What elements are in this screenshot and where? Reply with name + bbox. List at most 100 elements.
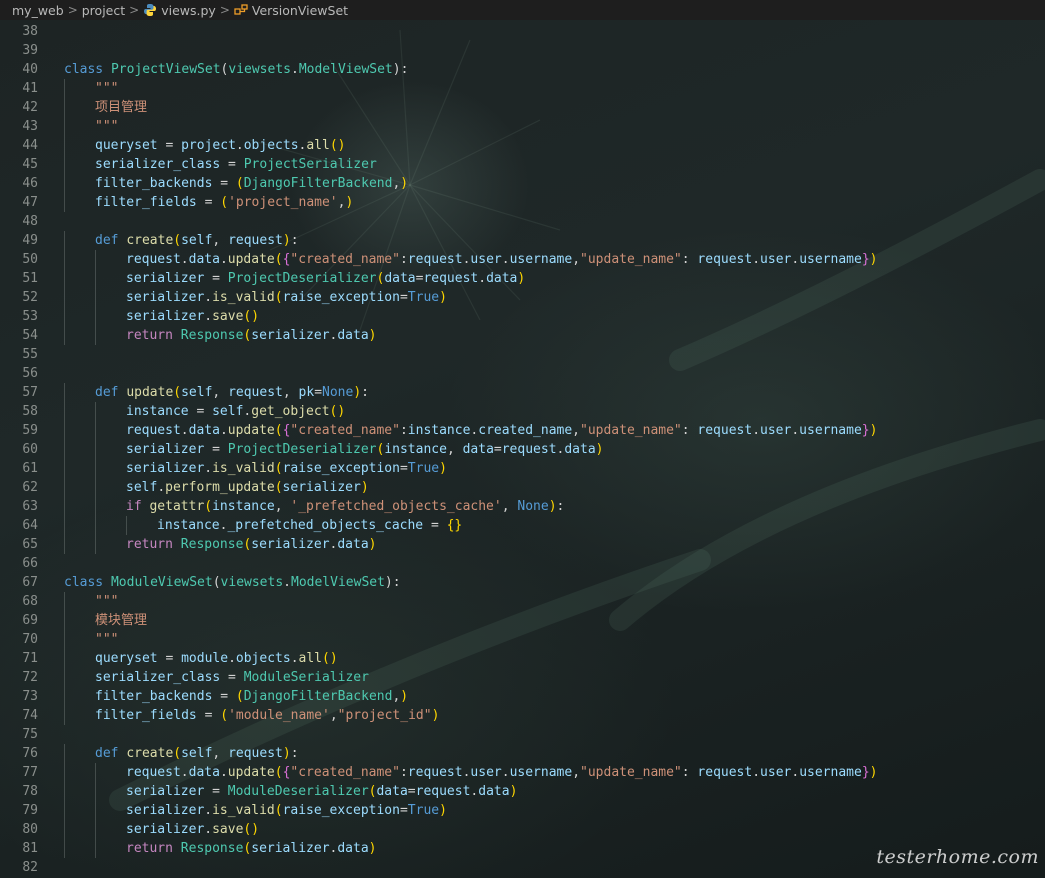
code-line[interactable]: 55 — [0, 345, 1045, 364]
code-token: project — [181, 138, 236, 153]
code-line[interactable]: 54 return Response(serializer.data) — [0, 326, 1045, 345]
code-line[interactable]: 65 return Response(serializer.data) — [0, 535, 1045, 554]
code-line[interactable]: 67 class ModuleViewSet(viewsets.ModelView… — [0, 573, 1045, 592]
breadcrumb-folder-project[interactable]: project — [82, 3, 125, 18]
code-line[interactable]: 72 serializer_class = ModuleSerializer — [0, 668, 1045, 687]
code-line[interactable]: 57 def update(self, request, pk=None): — [0, 383, 1045, 402]
code-token: module — [181, 651, 229, 666]
code-line[interactable]: 52 serializer.is_valid(raise_exception=Tr… — [0, 288, 1045, 307]
code-token: {} — [446, 518, 463, 533]
code-line[interactable]: 43 """ — [0, 117, 1045, 136]
code-token: getattr — [149, 499, 205, 514]
code-line[interactable]: 50 request.data.update({"created_name":re… — [0, 250, 1045, 269]
watermark: testerhome.com — [876, 846, 1039, 868]
breadcrumb-file-views-py[interactable]: views.py — [161, 3, 216, 18]
code-text: def create(self, request): — [95, 231, 299, 250]
indent-guide — [95, 763, 96, 782]
code-line[interactable]: 49 def create(self, request): — [0, 231, 1045, 250]
code-line[interactable]: 61 serializer.is_valid(raise_exception=Tr… — [0, 459, 1045, 478]
breadcrumb-symbol-versionviewset[interactable]: VersionViewSet — [252, 3, 348, 18]
code-token: all — [306, 138, 330, 153]
code-line[interactable]: 39 — [0, 41, 1045, 60]
line-number: 45 — [22, 157, 38, 172]
code-line[interactable]: 64 instance._prefetched_objects_cache = {… — [0, 516, 1045, 535]
code-token: . — [180, 423, 189, 438]
code-text: serializer.save() — [126, 820, 259, 839]
code-token: ) — [368, 328, 377, 343]
line-number: 57 — [22, 385, 38, 400]
code-line[interactable]: 40 class ProjectViewSet(viewsets.ModelVie… — [0, 60, 1045, 79]
code-token: . — [180, 252, 189, 267]
code-line[interactable]: 58 instance = self.get_object() — [0, 402, 1045, 421]
code-line[interactable]: 74 filter_fields = ('module_name',"projec… — [0, 706, 1045, 725]
code-token: request — [423, 271, 479, 286]
code-line[interactable]: 48 — [0, 212, 1045, 231]
code-token: queryset — [95, 138, 158, 153]
code-line[interactable]: 75 — [0, 725, 1045, 744]
python-icon — [144, 4, 157, 16]
code-line[interactable]: 51 serializer = ProjectDeserializer(data=… — [0, 269, 1045, 288]
code-line[interactable]: 76 def create(self, request): — [0, 744, 1045, 763]
code-line[interactable]: 42 项目管理 — [0, 98, 1045, 117]
line-number: 72 — [22, 670, 38, 685]
chevron-right-icon: > — [129, 3, 140, 17]
code-line[interactable]: 46 filter_backends = (DjangoFilterBackend… — [0, 174, 1045, 193]
code-token: '_prefetched_objects_cache' — [290, 499, 502, 514]
code-line[interactable]: 47 filter_fields = ('project_name',) — [0, 193, 1045, 212]
code-line[interactable]: 78 serializer = ModuleDeserializer(data=r… — [0, 782, 1045, 801]
code-token: user — [760, 765, 792, 780]
code-token: () — [243, 309, 260, 324]
indent-guide — [64, 763, 65, 782]
indent-guide — [95, 402, 96, 421]
line-number: 51 — [22, 271, 38, 286]
code-line[interactable]: 77 request.data.update({"created_name":re… — [0, 763, 1045, 782]
code-token: = — [407, 784, 416, 799]
code-token: = — [399, 461, 408, 476]
code-line[interactable]: 41 """ — [0, 79, 1045, 98]
code-token: request — [228, 385, 283, 400]
code-line[interactable]: 68 """ — [0, 592, 1045, 611]
code-line[interactable]: 66 — [0, 554, 1045, 573]
code-token: ) — [360, 480, 369, 495]
code-token: ( — [220, 708, 229, 723]
code-line[interactable]: 62 self.perform_update(serializer) — [0, 478, 1045, 497]
code-token: . — [283, 575, 291, 590]
line-number: 67 — [22, 575, 38, 590]
code-token: , — [329, 708, 338, 723]
code-token: . — [291, 62, 299, 77]
code-text: queryset = module.objects.all() — [95, 649, 338, 668]
code-line[interactable]: 59 request.data.update({"created_name":in… — [0, 421, 1045, 440]
code-token: ) — [368, 537, 377, 552]
code-line[interactable]: 70 """ — [0, 630, 1045, 649]
code-token: raise_exception — [282, 461, 400, 476]
code-line[interactable]: 45 serializer_class = ProjectSerializer — [0, 155, 1045, 174]
code-token: serializer — [126, 803, 205, 818]
code-editor[interactable]: 38 39 40 class ProjectViewSet(viewsets.Mode… — [0, 22, 1045, 877]
code-line[interactable]: 69 模块管理 — [0, 611, 1045, 630]
code-line[interactable]: 63 if getattr(instance, '_prefetched_obje… — [0, 497, 1045, 516]
code-line[interactable]: 73 filter_backends = (DjangoFilterBackend… — [0, 687, 1045, 706]
code-line[interactable]: 53 serializer.save() — [0, 307, 1045, 326]
indent-guide — [95, 288, 96, 307]
indent-guide — [95, 516, 96, 535]
code-token: ) — [439, 290, 447, 305]
code-line[interactable]: 44 queryset = project.objects.all() — [0, 136, 1045, 155]
line-number: 80 — [22, 822, 38, 837]
code-line[interactable]: 56 — [0, 364, 1045, 383]
code-line[interactable]: 38 — [0, 22, 1045, 41]
code-token: , — [501, 499, 518, 514]
code-token: self — [181, 385, 213, 400]
code-token: filter_backends — [95, 689, 213, 704]
code-line[interactable]: 60 serializer = ProjectDeserializer(insta… — [0, 440, 1045, 459]
code-text: request.data.update({"created_name":requ… — [126, 763, 877, 782]
code-line[interactable]: 71 queryset = module.objects.all() — [0, 649, 1045, 668]
code-token: instance — [157, 518, 220, 533]
indent-guide — [64, 535, 65, 554]
breadcrumb-folder-my-web[interactable]: my_web — [12, 3, 64, 18]
code-token: raise_exception — [282, 803, 400, 818]
line-number: 66 — [22, 556, 38, 571]
indent-guide — [95, 326, 96, 345]
code-line[interactable]: 79 serializer.is_valid(raise_exception=Tr… — [0, 801, 1045, 820]
code-text: filter_backends = (DjangoFilterBackend,) — [95, 174, 408, 193]
code-line[interactable]: 80 serializer.save() — [0, 820, 1045, 839]
